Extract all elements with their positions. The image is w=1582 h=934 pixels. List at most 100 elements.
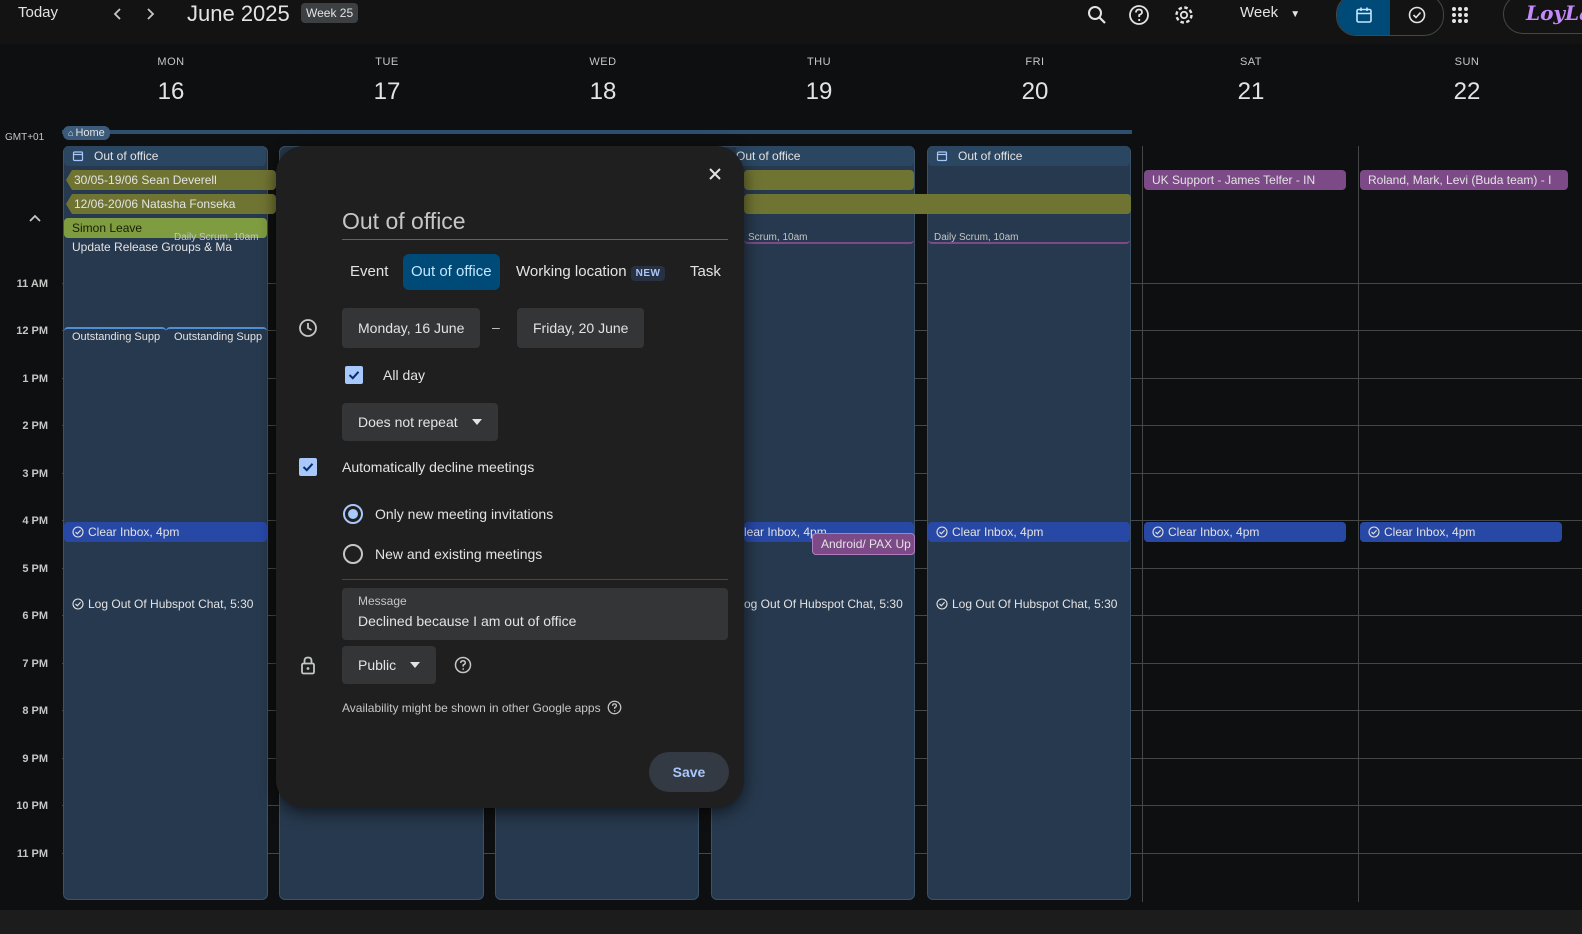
radio-only-new-label: Only new meeting invitations (375, 506, 554, 522)
collapse-allday-icon[interactable] (28, 213, 42, 223)
hour-label: 1 PM (22, 373, 48, 385)
hour-label: 8 PM (22, 705, 48, 717)
gear-icon[interactable] (1171, 2, 1197, 28)
tab-task[interactable]: Task (682, 254, 729, 290)
date-separator: – (492, 319, 500, 335)
clock-icon (298, 318, 318, 338)
message-label: Message (358, 594, 407, 608)
timezone-label: GMT+01 (5, 132, 45, 143)
repeat-dropdown[interactable]: Does not repeat (342, 403, 498, 441)
event-natasha-fonseka-cont[interactable] (744, 194, 1131, 214)
hour-label: 11 PM (16, 848, 48, 860)
month-label: June 2025 (187, 1, 290, 26)
task-logout-hubspot-fri[interactable]: Log Out Of Hubspot Chat, 5:30 (928, 594, 1130, 614)
ooo-event-fri[interactable]: Out of office (928, 146, 1130, 166)
caret-down-icon (410, 662, 421, 668)
hour-label: 6 PM (22, 610, 48, 622)
caret-down-icon (471, 419, 482, 425)
day-header-sun[interactable]: SUN 22 (1359, 56, 1575, 106)
close-icon[interactable] (701, 160, 729, 188)
hour-label: 9 PM (22, 753, 48, 765)
radio-only-new[interactable] (343, 504, 363, 524)
help-icon[interactable] (454, 656, 472, 674)
today-button[interactable]: Today (18, 4, 58, 21)
event-outstanding-support[interactable]: Outstanding Supp (64, 327, 166, 343)
event-outstanding-support[interactable]: Outstanding Supp (166, 327, 267, 343)
save-button[interactable]: Save (649, 752, 729, 792)
hour-label: 12 PM (16, 325, 48, 337)
view-selector[interactable]: Week ▼ (1240, 4, 1300, 21)
hour-label: 11 AM (16, 278, 48, 290)
tasks-view-icon[interactable] (1390, 0, 1443, 35)
ooo-event-mon[interactable]: Out of office (64, 146, 266, 166)
search-icon[interactable] (1084, 2, 1110, 28)
ooo-calendar-icon (936, 150, 948, 162)
day-header-tue[interactable]: TUE 17 (279, 56, 495, 106)
tab-out-of-office[interactable]: Out of office (403, 254, 500, 290)
task-logout-hubspot-thu[interactable]: og Out Of Hubspot Chat, 5:30 (744, 594, 914, 614)
apps-grid-icon[interactable] (1447, 2, 1473, 28)
event-daily-scrum-fri[interactable]: Daily Scrum, 10am (928, 232, 1130, 244)
hour-label: 5 PM (22, 563, 48, 575)
event-daily-scrum-thu[interactable]: Scrum, 10am (744, 232, 914, 244)
chevron-right-icon[interactable] (139, 3, 161, 25)
task-check-icon (72, 526, 84, 538)
task-check-icon (936, 598, 948, 610)
event-sean-deverell-cont[interactable] (744, 170, 914, 190)
all-day-checkbox[interactable] (345, 366, 363, 384)
auto-decline-checkbox[interactable] (299, 458, 317, 476)
help-icon[interactable] (1126, 2, 1152, 28)
event-roland-mark-levi[interactable]: Roland, Mark, Levi (Buda team) - I (1360, 170, 1568, 190)
tab-working-location[interactable]: Working location NEW (508, 254, 673, 290)
event-update-release[interactable]: Update Release Groups & Ma (64, 238, 244, 256)
radio-new-and-existing[interactable] (343, 544, 363, 564)
day-header-wed[interactable]: WED 18 (495, 56, 711, 106)
task-check-icon (936, 526, 948, 538)
task-logout-hubspot-mon[interactable]: Log Out Of Hubspot Chat, 5:30 (64, 594, 267, 614)
event-sean-deverell[interactable]: 30/05-19/06 Sean Deverell (66, 170, 276, 190)
day-header-fri[interactable]: FRI 20 (927, 56, 1143, 106)
bottom-strip (0, 910, 1582, 934)
end-date-field[interactable]: Friday, 20 June (517, 308, 645, 348)
task-clear-inbox-sun[interactable]: Clear Inbox, 4pm (1360, 522, 1562, 542)
view-label: Week (1240, 4, 1279, 21)
hour-label: 10 PM (16, 800, 48, 812)
view-toggle (1336, 0, 1444, 36)
column-divider (1142, 146, 1143, 902)
event-uk-support[interactable]: UK Support - James Telfer - IN (1144, 170, 1346, 190)
chevron-left-icon[interactable] (107, 3, 129, 25)
hour-label: 4 PM (22, 515, 48, 527)
event-title-input[interactable]: Out of office (342, 208, 728, 240)
start-date-field[interactable]: Monday, 16 June (342, 308, 481, 348)
task-clear-inbox-mon[interactable]: Clear Inbox, 4pm (64, 522, 267, 542)
home-location-chip[interactable]: ⌂ Home (63, 126, 110, 140)
message-value: Declined because I am out of office (358, 613, 577, 629)
task-check-icon (1368, 526, 1380, 538)
task-check-icon (1152, 526, 1164, 538)
home-location-bar[interactable] (62, 130, 1132, 134)
new-badge: NEW (630, 266, 666, 281)
tab-event[interactable]: Event (342, 254, 396, 290)
hour-label: 3 PM (22, 468, 48, 480)
home-icon: ⌂ (68, 128, 74, 138)
task-check-icon (72, 598, 84, 610)
hour-label: 7 PM (22, 658, 48, 670)
ooo-event-thu[interactable]: Out of office (736, 146, 914, 166)
calendar-view-icon[interactable] (1337, 0, 1390, 35)
auto-decline-label: Automatically decline meetings (342, 459, 535, 475)
ooo-calendar-icon (72, 150, 84, 162)
event-natasha-fonseka[interactable]: 12/06-20/06 Natasha Fonseka (66, 194, 276, 214)
decline-message-field[interactable]: Message Declined because I am out of off… (342, 588, 728, 640)
week-badge: Week 25 (301, 3, 359, 23)
day-header-sat[interactable]: SAT 21 (1143, 56, 1359, 106)
out-of-office-dialog: Out of office Event Out of office Workin… (276, 146, 744, 808)
visibility-dropdown[interactable]: Public (342, 646, 437, 684)
help-icon[interactable] (607, 700, 622, 715)
event-android-pax[interactable]: Android/ PAX Up (812, 533, 915, 555)
org-logo[interactable]: LoyLa (1503, 0, 1582, 34)
day-header-thu[interactable]: THU 19 (711, 56, 927, 106)
task-clear-inbox-sat[interactable]: Clear Inbox, 4pm (1144, 522, 1346, 542)
caret-down-icon: ▼ (1290, 9, 1301, 20)
day-header-mon[interactable]: MON 16 (63, 56, 279, 106)
task-clear-inbox-fri[interactable]: Clear Inbox, 4pm (928, 522, 1130, 542)
